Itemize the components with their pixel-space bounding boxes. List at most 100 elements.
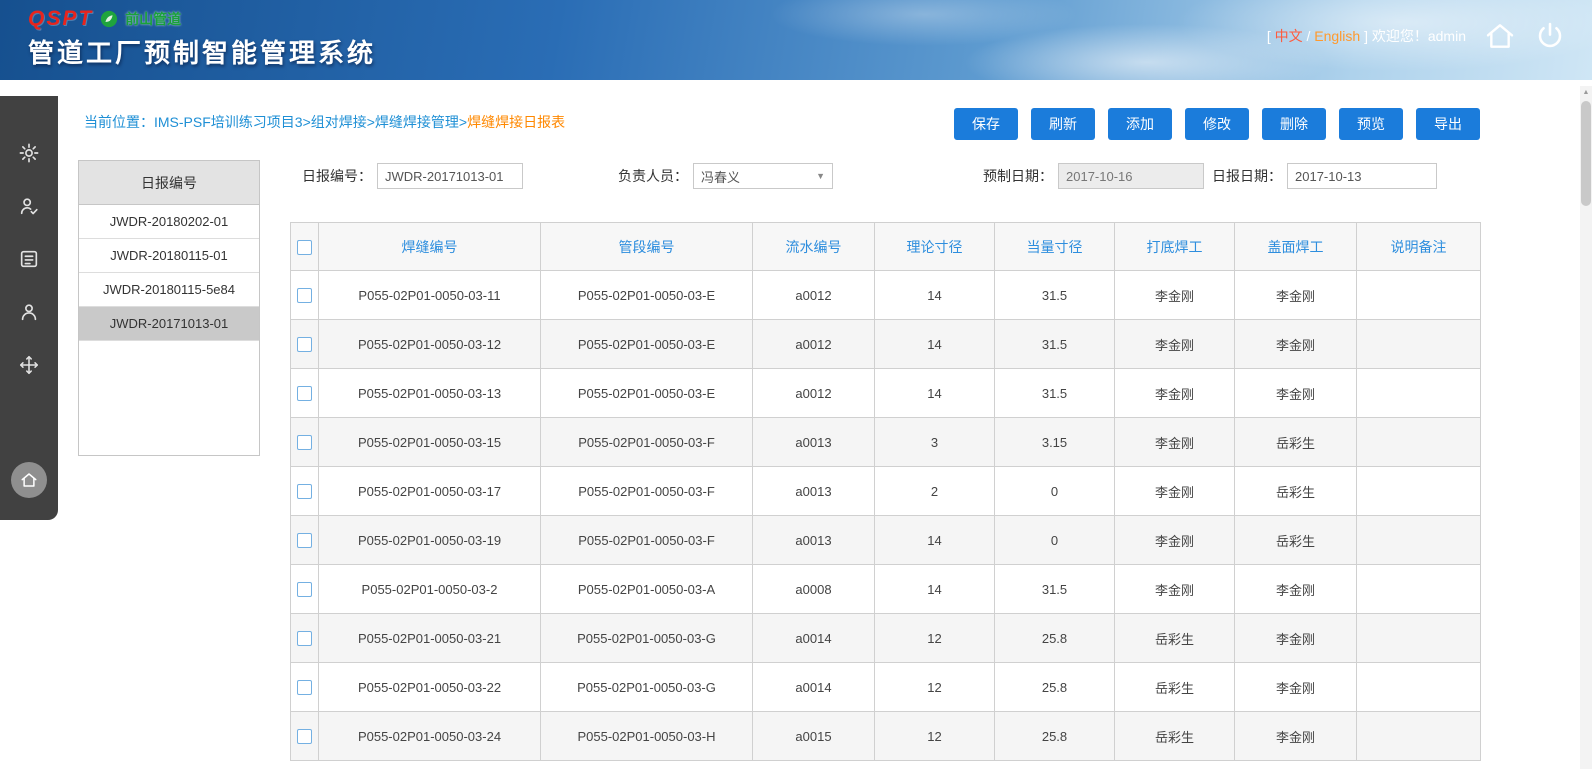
app-header: QSPT 前山管道 管道工厂预制智能管理系统 [ 中文 / English ] … <box>0 0 1592 80</box>
toolbar-button[interactable]: 保存 <box>954 108 1018 140</box>
toolbar-button[interactable]: 修改 <box>1185 108 1249 140</box>
row-checkbox[interactable] <box>297 484 312 500</box>
table-cell: P055-02P01-0050-03-24 <box>318 711 541 761</box>
column-header: 当量寸径 <box>1026 238 1083 255</box>
report-list-panel: 日报编号 JWDR-20180202-01 JWDR-20180115-01 JWD… <box>78 160 260 456</box>
table-cell: 31.5 <box>994 270 1115 320</box>
table-cell <box>1356 417 1481 467</box>
table-cell: 李金刚 <box>1114 417 1235 467</box>
table-cell <box>1356 515 1481 565</box>
row-checkbox[interactable] <box>297 337 312 353</box>
lang-bracket-close: ] <box>1364 28 1368 44</box>
table-cell: 25.8 <box>994 662 1115 712</box>
table-cell: P055-02P01-0050-03-E <box>540 319 753 369</box>
table-cell: 李金刚 <box>1234 711 1357 761</box>
table-cell <box>1356 662 1481 712</box>
toolbar-button[interactable]: 刷新 <box>1031 108 1095 140</box>
table-cell: 李金刚 <box>1234 662 1357 712</box>
report-list-title: 日报编号 <box>79 161 259 205</box>
table-cell: 李金刚 <box>1114 270 1235 320</box>
scroll-up-icon[interactable]: ▲ <box>1580 86 1592 99</box>
row-checkbox[interactable] <box>297 533 312 549</box>
lang-chinese-link[interactable]: 中文 <box>1275 28 1303 44</box>
table-cell: 3 <box>874 417 995 467</box>
row-checkbox[interactable] <box>297 288 312 304</box>
report-date-field-group: 日报日期： <box>1212 163 1437 189</box>
report-list-item[interactable]: JWDR-20171013-01 <box>79 307 259 341</box>
person-icon[interactable] <box>18 301 40 323</box>
table-cell: P055-02P01-0050-03-22 <box>318 662 541 712</box>
row-checkbox[interactable] <box>297 582 312 598</box>
table-cell: a0015 <box>752 711 875 761</box>
table-cell: a0013 <box>752 515 875 565</box>
table-cell: 岳彩生 <box>1234 417 1357 467</box>
table-cell: 2 <box>874 466 995 516</box>
lang-english-link[interactable]: English <box>1314 28 1360 44</box>
table-cell <box>1356 613 1481 663</box>
toolbar-button[interactable]: 添加 <box>1108 108 1172 140</box>
table-cell <box>1356 711 1481 761</box>
report-list-item[interactable]: JWDR-20180115-01 <box>79 239 259 273</box>
welcome-text: 欢迎您！admin <box>1371 28 1466 44</box>
person-select[interactable]: 冯春义 ▼ <box>693 163 833 189</box>
app-title: 管道工厂预制智能管理系统 <box>28 38 377 68</box>
report-form-icon[interactable] <box>18 248 40 270</box>
person-label: 负责人员： <box>618 168 688 184</box>
table-cell <box>1356 319 1481 369</box>
toolbar-button[interactable]: 导出 <box>1416 108 1480 140</box>
report-list-item[interactable]: JWDR-20180202-01 <box>79 205 259 239</box>
table-cell <box>1356 270 1481 320</box>
row-checkbox[interactable] <box>297 386 312 402</box>
table-cell: a0013 <box>752 466 875 516</box>
table-cell: a0012 <box>752 368 875 418</box>
icon-sidebar <box>0 96 58 520</box>
toolbar-buttons: 保存 刷新 添加 修改 删除 预览 导出 <box>954 108 1480 140</box>
settings-gear-icon[interactable] <box>18 142 40 164</box>
sidebar-home-button[interactable] <box>11 462 47 498</box>
table-cell: P055-02P01-0050-03-G <box>540 662 753 712</box>
table-cell: P055-02P01-0050-03-12 <box>318 319 541 369</box>
table-cell: 李金刚 <box>1234 613 1357 663</box>
report-date-input[interactable] <box>1287 163 1437 189</box>
lang-divider: / <box>1306 28 1311 44</box>
breadcrumb-current-page: 焊缝焊接日报表 <box>467 114 566 130</box>
vertical-scrollbar[interactable]: ▲ <box>1580 86 1592 769</box>
move-arrows-icon[interactable] <box>18 354 40 376</box>
table-cell: 岳彩生 <box>1114 662 1235 712</box>
table-cell: a0012 <box>752 319 875 369</box>
table-cell: 0 <box>994 515 1115 565</box>
brand: QSPT 前山管道 管道工厂预制智能管理系统 <box>28 7 376 70</box>
table-cell: 12 <box>874 613 995 663</box>
row-checkbox[interactable] <box>297 680 312 696</box>
row-checkbox[interactable] <box>297 729 312 745</box>
table-cell: P055-02P01-0050-03-H <box>540 711 753 761</box>
select-all-checkbox[interactable] <box>297 239 312 255</box>
table-cell: P055-02P01-0050-03-F <box>540 515 753 565</box>
table-row: P055-02P01-0050-03-13 P055-02P01-0050-03-… <box>290 368 1481 418</box>
column-header: 打底焊工 <box>1146 238 1203 255</box>
row-checkbox[interactable] <box>297 631 312 647</box>
table-cell: P055-02P01-0050-03-E <box>540 368 753 418</box>
table-cell: P055-02P01-0050-03-F <box>540 466 753 516</box>
table-row: P055-02P01-0050-03-17 P055-02P01-0050-03-… <box>290 466 1481 516</box>
table-header-row: 焊缝编号 管段编号 流水编号 理论寸径 当量寸径 打底焊工 盖面焊工 说明备注 <box>290 222 1481 271</box>
row-checkbox[interactable] <box>297 435 312 451</box>
report-list-item[interactable]: JWDR-20180115-5e84 <box>79 273 259 307</box>
person-field-group: 负责人员： 冯春义 ▼ <box>618 163 833 189</box>
report-no-input[interactable] <box>377 163 523 189</box>
table-cell: 25.8 <box>994 613 1115 663</box>
table-cell <box>1356 368 1481 418</box>
table-cell: 14 <box>874 270 995 320</box>
sidebar-home-icon <box>21 473 37 487</box>
table-cell: P055-02P01-0050-03-E <box>540 270 753 320</box>
report-date-label: 日报日期： <box>1212 168 1282 184</box>
toolbar-button[interactable]: 删除 <box>1262 108 1326 140</box>
user-audit-icon[interactable] <box>18 195 40 217</box>
table-cell: 3.15 <box>994 417 1115 467</box>
home-icon[interactable] <box>1484 20 1516 52</box>
power-icon[interactable] <box>1534 20 1566 52</box>
chevron-down-icon: ▼ <box>816 171 825 181</box>
table-row: P055-02P01-0050-03-19 P055-02P01-0050-03-… <box>290 515 1481 565</box>
scrollbar-thumb[interactable] <box>1581 101 1591 206</box>
toolbar-button[interactable]: 预览 <box>1339 108 1403 140</box>
